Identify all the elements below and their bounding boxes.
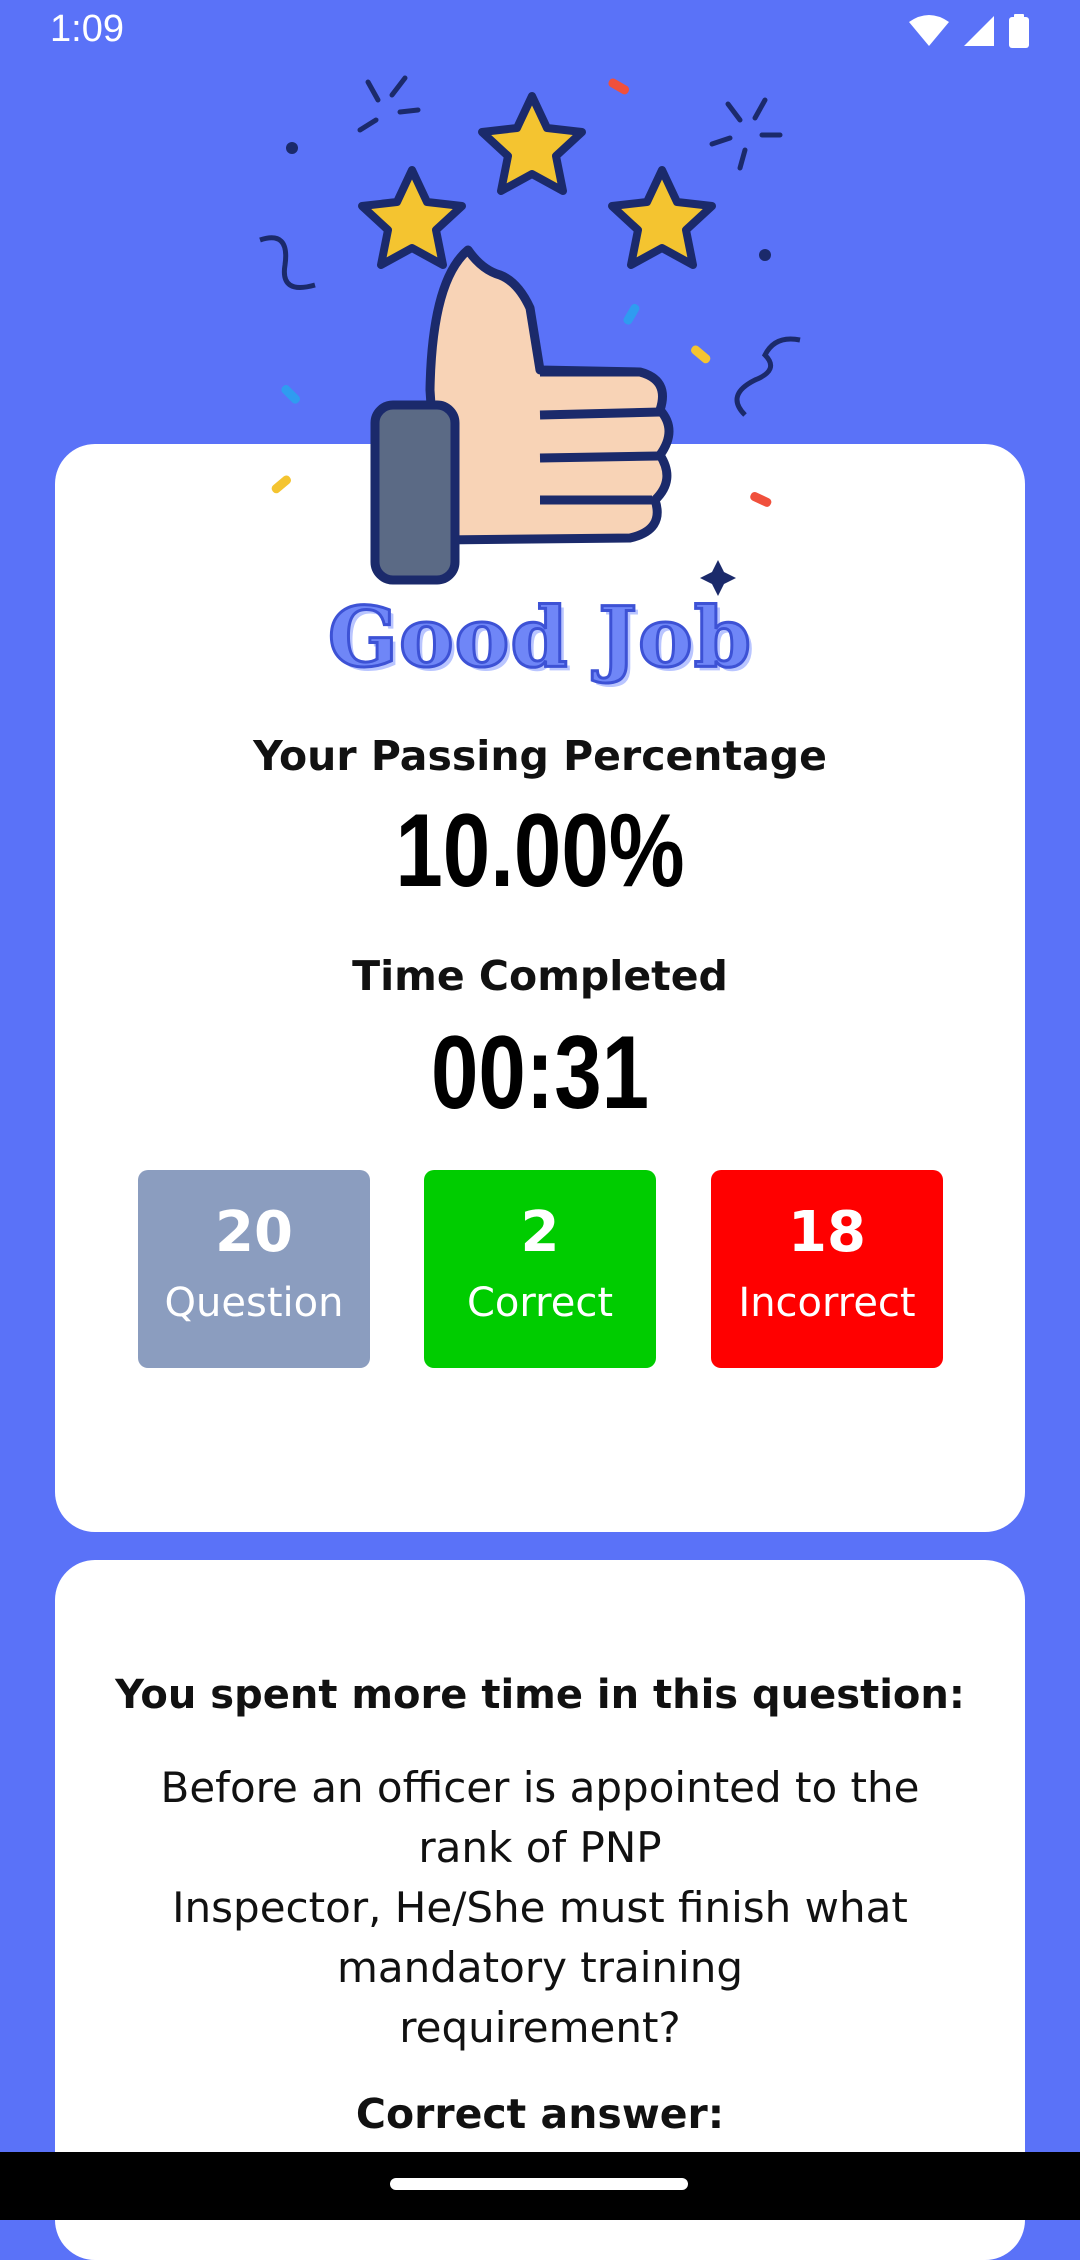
question-line: Before an officer is appointed to the bbox=[160, 1763, 920, 1812]
wifi-icon bbox=[909, 15, 949, 46]
question-count: 20 bbox=[215, 1200, 293, 1265]
status-time: 1:09 bbox=[50, 8, 124, 50]
most-time-question-text: Before an officer is appointed to the ra… bbox=[140, 1758, 940, 2058]
question-label: Question bbox=[164, 1280, 344, 1326]
status-icons bbox=[908, 14, 1030, 48]
navigation-bar bbox=[0, 2152, 1080, 2220]
time-completed-label: Time Completed bbox=[352, 952, 728, 1000]
question-line: requirement? bbox=[399, 2003, 681, 2052]
correct-count: 2 bbox=[520, 1200, 560, 1265]
correct-label: Correct bbox=[467, 1280, 613, 1326]
thumbs-up-illustration bbox=[259, 75, 801, 596]
star-icon bbox=[358, 92, 716, 269]
question-line: rank of PNP bbox=[418, 1823, 662, 1872]
question-count-box: 20 Question bbox=[138, 1170, 370, 1368]
correct-count-box: 2 Correct bbox=[424, 1170, 656, 1368]
passing-percentage-value: 10.00% bbox=[395, 793, 685, 909]
question-line: Inspector, He/She must finish what bbox=[172, 1883, 908, 1932]
incorrect-label: Incorrect bbox=[738, 1280, 916, 1326]
correct-answer-label: Correct answer: bbox=[355, 2090, 725, 2138]
question-line: mandatory training bbox=[336, 1943, 743, 1992]
signal-icon bbox=[964, 16, 994, 46]
passing-percentage-label: Your Passing Percentage bbox=[253, 732, 827, 780]
time-completed-value: 00:31 bbox=[430, 1015, 650, 1131]
home-gesture-handle[interactable] bbox=[390, 2178, 688, 2190]
battery-icon bbox=[1009, 14, 1029, 48]
status-bar: 1:09 bbox=[0, 0, 1080, 66]
incorrect-count-box: 18 Incorrect bbox=[711, 1170, 943, 1368]
thumbs-up-icon bbox=[370, 245, 674, 585]
most-time-question-title: You spent more time in this question: bbox=[115, 1672, 965, 1718]
good-job-banner: Good Job bbox=[326, 589, 753, 688]
incorrect-count: 18 bbox=[788, 1200, 866, 1265]
